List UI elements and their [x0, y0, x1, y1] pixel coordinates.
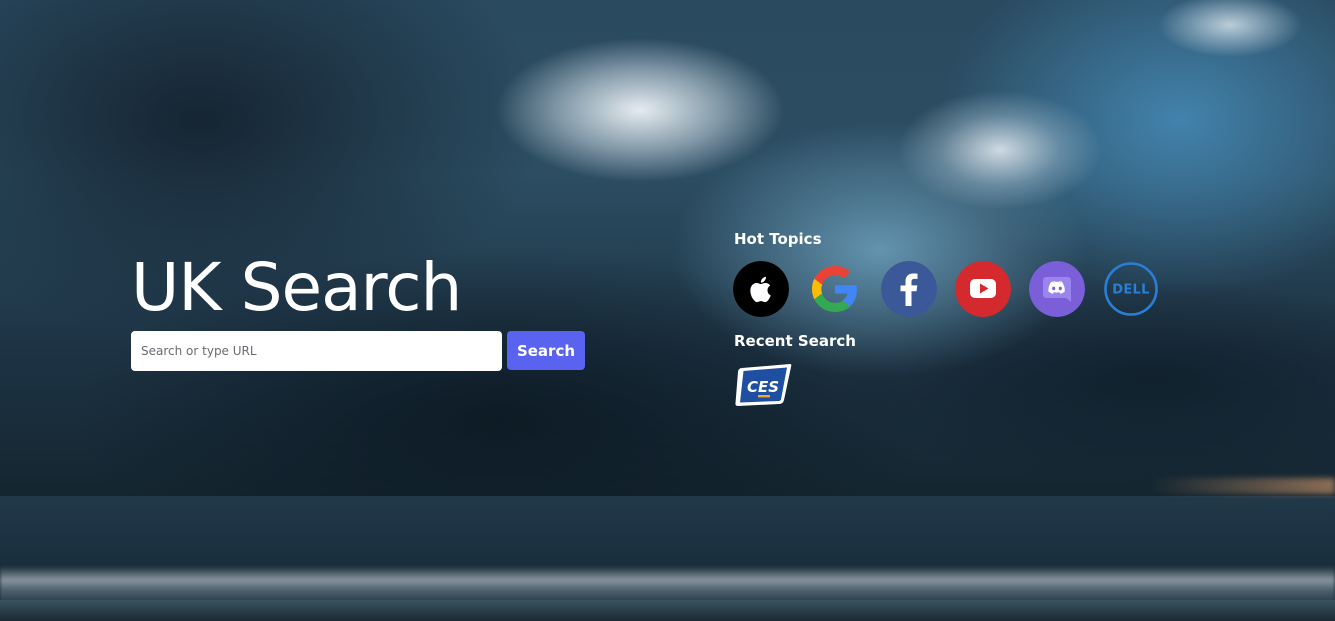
page: UK Search Search Hot Topics — [0, 0, 1335, 621]
horizon-glow — [1150, 478, 1335, 494]
search-button[interactable]: Search — [507, 331, 585, 370]
youtube-icon — [955, 261, 1011, 317]
topic-dell[interactable]: DELL — [1103, 261, 1159, 317]
search-input[interactable] — [131, 331, 502, 371]
topic-apple[interactable] — [733, 261, 789, 317]
page-title: UK Search — [131, 249, 462, 326]
dell-icon: DELL — [1104, 262, 1158, 316]
ces-icon: CES — [735, 364, 792, 406]
hot-topics-list: DELL — [733, 261, 1159, 317]
facebook-icon — [881, 261, 937, 317]
google-icon — [812, 266, 857, 312]
recent-search-ces[interactable]: CES — [734, 362, 792, 408]
topic-facebook[interactable] — [881, 261, 937, 317]
topic-google[interactable] — [807, 261, 863, 317]
search-form: Search — [131, 331, 591, 371]
discord-icon — [1029, 261, 1085, 317]
topic-discord[interactable] — [1029, 261, 1085, 317]
shoreline — [0, 600, 1335, 621]
apple-icon — [733, 261, 789, 317]
recent-search-list: CES — [734, 362, 792, 408]
topic-youtube[interactable] — [955, 261, 1011, 317]
hot-topics-heading: Hot Topics — [734, 230, 822, 248]
recent-search-heading: Recent Search — [734, 332, 856, 350]
dell-logo-text: DELL — [1112, 283, 1149, 298]
ces-logo-text: CES — [747, 378, 779, 396]
